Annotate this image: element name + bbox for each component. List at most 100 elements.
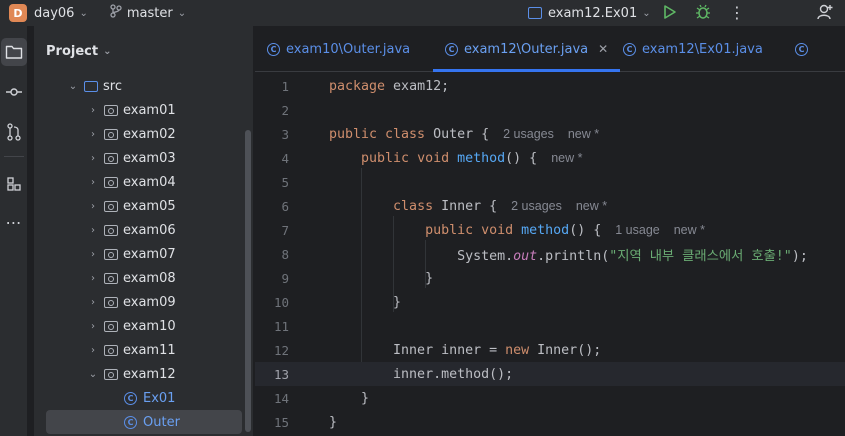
- class-icon: C: [124, 415, 137, 429]
- line-number: 6: [281, 198, 289, 214]
- author-hint[interactable]: new *: [568, 127, 599, 141]
- tree-item-src[interactable]: ⌄ src: [46, 74, 242, 98]
- tree-item-label: exam04: [123, 174, 176, 190]
- more-actions-button[interactable]: ⋮: [728, 2, 746, 22]
- package-icon: [104, 320, 118, 332]
- tree-item-label: exam02: [123, 126, 176, 142]
- code-line: 10 }: [255, 290, 845, 314]
- title-bar: D day06 ⌄ master ⌄ exam12.Ex01 ⌄ ⋮: [0, 0, 845, 26]
- tree-item-outer[interactable]: C Outer: [46, 410, 242, 434]
- tree-item-exam05[interactable]: › exam05: [46, 194, 242, 218]
- tree-item-exam11[interactable]: › exam11: [46, 338, 242, 362]
- git-branch-icon: [110, 4, 122, 22]
- package-icon: [104, 368, 118, 380]
- code-line: 4 public void method() {new *: [255, 146, 845, 170]
- code-line: 5: [255, 170, 845, 194]
- project-switcher[interactable]: D day06 ⌄: [0, 4, 88, 22]
- tree-item-exam03[interactable]: › exam03: [46, 146, 242, 170]
- tree-item-label: exam09: [123, 294, 176, 310]
- line-number: 8: [281, 246, 289, 262]
- tab-label: exam12\Ex01.java: [642, 41, 763, 57]
- project-tool-button[interactable]: [1, 38, 27, 66]
- package-icon: [104, 104, 118, 116]
- tree-item-label: src: [103, 78, 122, 94]
- package-icon: [104, 344, 118, 356]
- author-hint[interactable]: new *: [551, 151, 582, 165]
- tree-item-label: exam03: [123, 150, 176, 166]
- line-number: 7: [281, 222, 289, 238]
- code-line: 15 }: [255, 410, 845, 434]
- author-hint[interactable]: new *: [576, 199, 607, 213]
- tree-item-label: exam12: [123, 366, 176, 382]
- structure-tool-button[interactable]: [0, 170, 28, 198]
- author-hint[interactable]: new *: [674, 223, 705, 237]
- commit-tool-button[interactable]: [0, 78, 28, 106]
- tree-item-exam02[interactable]: › exam02: [46, 122, 242, 146]
- package-icon: [104, 128, 118, 140]
- chevron-down-icon: ⌄: [103, 46, 112, 57]
- vertical-dots-icon: ⋮: [729, 2, 745, 22]
- line-number: 1: [281, 78, 289, 94]
- code-line: 12 Inner inner = new Inner();: [255, 338, 845, 362]
- tree-item-exam12[interactable]: ⌄ exam12: [46, 362, 242, 386]
- string-literal: "지역 내부 클래스에서 호출!": [609, 248, 792, 264]
- commit-icon: [6, 88, 22, 96]
- run-button[interactable]: [661, 3, 679, 21]
- project-badge: D: [9, 4, 27, 22]
- tree-item-exam08[interactable]: › exam08: [46, 266, 242, 290]
- tab-overflow[interactable]: C: [795, 26, 814, 72]
- tree-item-exam09[interactable]: › exam09: [46, 290, 242, 314]
- pull-requests-icon: [7, 123, 21, 141]
- chevron-right-icon: ›: [91, 200, 95, 212]
- close-icon[interactable]: ✕: [598, 42, 608, 56]
- code-editor[interactable]: 1 package exam12; 2 3 public class Outer…: [255, 72, 845, 436]
- line-number: 4: [281, 150, 289, 166]
- tree-item-ex01[interactable]: C Ex01: [46, 386, 242, 410]
- runnable-class-icon: C: [623, 42, 636, 56]
- tab-label: exam12\Outer.java: [464, 41, 589, 57]
- line-number: 10: [273, 294, 289, 310]
- class-icon: C: [795, 42, 808, 56]
- tree-item-label: exam01: [123, 102, 176, 118]
- usages-hint[interactable]: 1 usage: [615, 223, 659, 237]
- more-tools-button[interactable]: ⋯: [0, 208, 28, 236]
- tool-divider: [4, 156, 24, 157]
- tree-item-exam04[interactable]: › exam04: [46, 170, 242, 194]
- branch-switcher[interactable]: master ⌄: [88, 4, 186, 22]
- horizontal-dots-icon: ⋯: [5, 212, 23, 232]
- tree-item-exam10[interactable]: › exam10: [46, 314, 242, 338]
- usages-hint[interactable]: 2 usages: [511, 199, 562, 213]
- chevron-right-icon: ›: [91, 272, 95, 284]
- package-icon: [104, 272, 118, 284]
- tab-exam12-ex01[interactable]: C exam12\Ex01.java: [623, 26, 763, 72]
- tree-item-exam07[interactable]: › exam07: [46, 242, 242, 266]
- editor-tab-bar: C exam10\Outer.java C exam12\Outer.java …: [255, 26, 845, 72]
- tab-exam10-outer[interactable]: C exam10\Outer.java: [267, 26, 410, 72]
- usages-hint[interactable]: 2 usages: [503, 127, 554, 141]
- tab-exam12-outer[interactable]: C exam12\Outer.java ✕: [433, 26, 621, 72]
- package-icon: [104, 176, 118, 188]
- tree-item-exam01[interactable]: › exam01: [46, 98, 242, 122]
- runnable-class-icon: C: [124, 391, 137, 405]
- chevron-right-icon: ›: [91, 320, 95, 332]
- package-icon: [104, 296, 118, 308]
- tree-item-label: exam07: [123, 246, 176, 262]
- class-icon: C: [445, 42, 458, 56]
- debug-button[interactable]: [694, 3, 712, 21]
- package-icon: [104, 200, 118, 212]
- branch-name: master: [126, 5, 173, 21]
- chevron-right-icon: ›: [91, 344, 95, 356]
- line-number: 3: [281, 126, 289, 142]
- code-line: 14 }: [255, 386, 845, 410]
- class-icon: C: [267, 42, 280, 56]
- chevron-down-icon: ⌄: [642, 7, 651, 19]
- code-line: 7 public void method() {1 usage new *: [255, 218, 845, 242]
- pull-requests-tool-button[interactable]: [0, 118, 28, 146]
- tree-item-label: exam05: [123, 198, 176, 214]
- run-config-selector[interactable]: exam12.Ex01 ⌄: [528, 0, 651, 26]
- folder-icon: [5, 45, 23, 59]
- source-folder-icon: [84, 80, 98, 92]
- project-pane-header[interactable]: Project ⌄: [46, 44, 111, 59]
- add-user-button[interactable]: [815, 2, 835, 22]
- tree-item-exam06[interactable]: › exam06: [46, 218, 242, 242]
